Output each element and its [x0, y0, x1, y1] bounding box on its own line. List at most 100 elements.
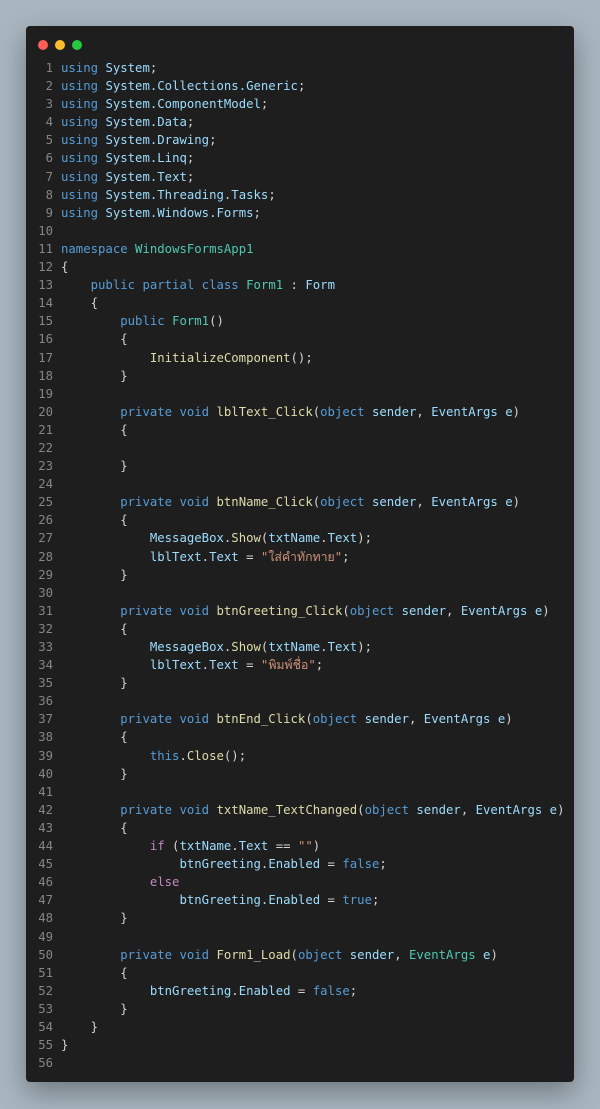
line-number: 33 — [38, 640, 53, 654]
code-line: 51 { — [26, 964, 574, 982]
code-token: : — [283, 278, 306, 293]
code-line: 14 { — [26, 294, 574, 312]
code-text: lblText.Text = "ใส่คำทักทาย"; — [61, 550, 350, 564]
code-token: if — [149, 839, 165, 854]
code-text: using System.Threading.Tasks; — [61, 188, 276, 202]
code-token: Text — [209, 549, 239, 564]
code-token: ; — [186, 169, 195, 184]
code-token: btnGreeting — [179, 893, 261, 908]
code-text: using System.Text; — [61, 170, 194, 184]
line-number: 52 — [38, 983, 53, 998]
code-text: } — [61, 1038, 68, 1052]
code-token: txtName_TextChanged — [216, 802, 358, 817]
line-number: 10 — [38, 223, 53, 238]
minimize-button[interactable] — [55, 40, 65, 50]
code-token: { — [61, 332, 128, 347]
code-line: 22 — [26, 439, 574, 457]
line-number: 36 — [38, 694, 53, 709]
code-text: btnGreeting.Enabled = false; — [61, 857, 386, 872]
code-line: 36 — [26, 692, 574, 710]
line-number: 40 — [38, 766, 53, 781]
code-token: lblText — [149, 549, 202, 564]
code-line: 37 private void btnEnd_Click(object send… — [26, 710, 574, 728]
line-number: 23 — [38, 459, 53, 474]
code-token: EventArgs — [460, 603, 528, 618]
code-line: 15 public Form1() — [26, 312, 574, 330]
code-line: 6 using System.Linq; — [26, 149, 574, 167]
line-number: 15 — [38, 314, 53, 329]
line-number: 26 — [38, 513, 53, 528]
code-line: 20 private void lblText_Click(object sen… — [26, 403, 574, 421]
code-line: 28 lblText.Text = "ใส่คำทักทาย"; — [26, 548, 574, 566]
line-number: 4 — [45, 115, 53, 130]
code-line: 56 — [26, 1054, 574, 1072]
code-text: MessageBox.Show(txtName.Text); — [61, 640, 372, 654]
zoom-button[interactable] — [72, 40, 82, 50]
code-token: ; — [342, 549, 350, 564]
code-text: { — [61, 423, 127, 437]
code-line: 12 { — [26, 258, 574, 276]
code-token: private void — [120, 495, 210, 510]
line-number: 37 — [38, 712, 53, 727]
code-token: { — [61, 260, 69, 275]
code-token: object — [312, 712, 358, 727]
code-token: true — [342, 893, 372, 908]
code-line: 27 MessageBox.Show(txtName.Text); — [26, 529, 574, 547]
code-token: ; — [209, 133, 217, 148]
code-token: } — [61, 1001, 128, 1016]
code-text: } — [61, 911, 127, 925]
line-number: 43 — [38, 820, 53, 835]
code-token: ) — [512, 404, 521, 419]
code-text: public Form1() — [61, 314, 224, 328]
code-token: Enabled — [268, 893, 321, 908]
code-line: 47 btnGreeting.Enabled = true; — [26, 891, 574, 909]
code-line: 25 private void btnName_Click(object sen… — [26, 493, 574, 511]
code-line: 48 } — [26, 909, 574, 927]
code-token: btnGreeting — [179, 857, 261, 872]
code-token: . — [201, 549, 210, 564]
code-token: (); — [290, 350, 313, 365]
code-token: object — [320, 495, 365, 510]
close-button[interactable] — [38, 40, 48, 50]
code-token: InitializeComponent — [149, 350, 291, 365]
code-token: using — [61, 79, 99, 94]
code-token: using — [61, 115, 99, 130]
code-token: ( — [290, 947, 298, 962]
window-controls — [38, 40, 82, 50]
code-token: ) — [490, 947, 498, 962]
code-token: Show — [231, 640, 261, 654]
line-number: 11 — [38, 241, 53, 256]
code-token: ( — [342, 603, 350, 618]
code-token: using — [61, 97, 99, 112]
line-number: 42 — [38, 802, 53, 817]
code-text: InitializeComponent(); — [61, 351, 313, 365]
code-line: 53 } — [26, 1000, 574, 1018]
code-text: if (txtName.Text == "") — [61, 839, 320, 853]
code-token: } — [61, 766, 128, 781]
code-token: Form1 — [172, 314, 210, 329]
code-token: Form — [305, 278, 335, 293]
code-line: 54 } — [26, 1018, 574, 1036]
code-token: ( — [357, 802, 365, 817]
code-line: 3 using System.ComponentModel; — [26, 95, 574, 113]
code-line: 29 } — [26, 566, 574, 584]
code-line: 41 — [26, 783, 574, 801]
code-token: else — [149, 875, 180, 890]
code-line: 30 — [26, 584, 574, 602]
code-token: == — [268, 839, 298, 854]
code-token: using — [61, 133, 99, 148]
code-token: btnEnd_Click — [216, 712, 306, 727]
code-text: { — [61, 296, 98, 310]
code-token: ; — [186, 151, 195, 166]
code-token: () — [209, 314, 224, 329]
code-token: using — [61, 205, 99, 220]
code-text: private void btnEnd_Click(object sender,… — [61, 712, 512, 727]
code-token: ( — [305, 712, 313, 727]
code-editor[interactable]: 1 using System; 2 using System.Collections.… — [26, 59, 574, 1072]
code-token: } — [61, 1019, 99, 1034]
